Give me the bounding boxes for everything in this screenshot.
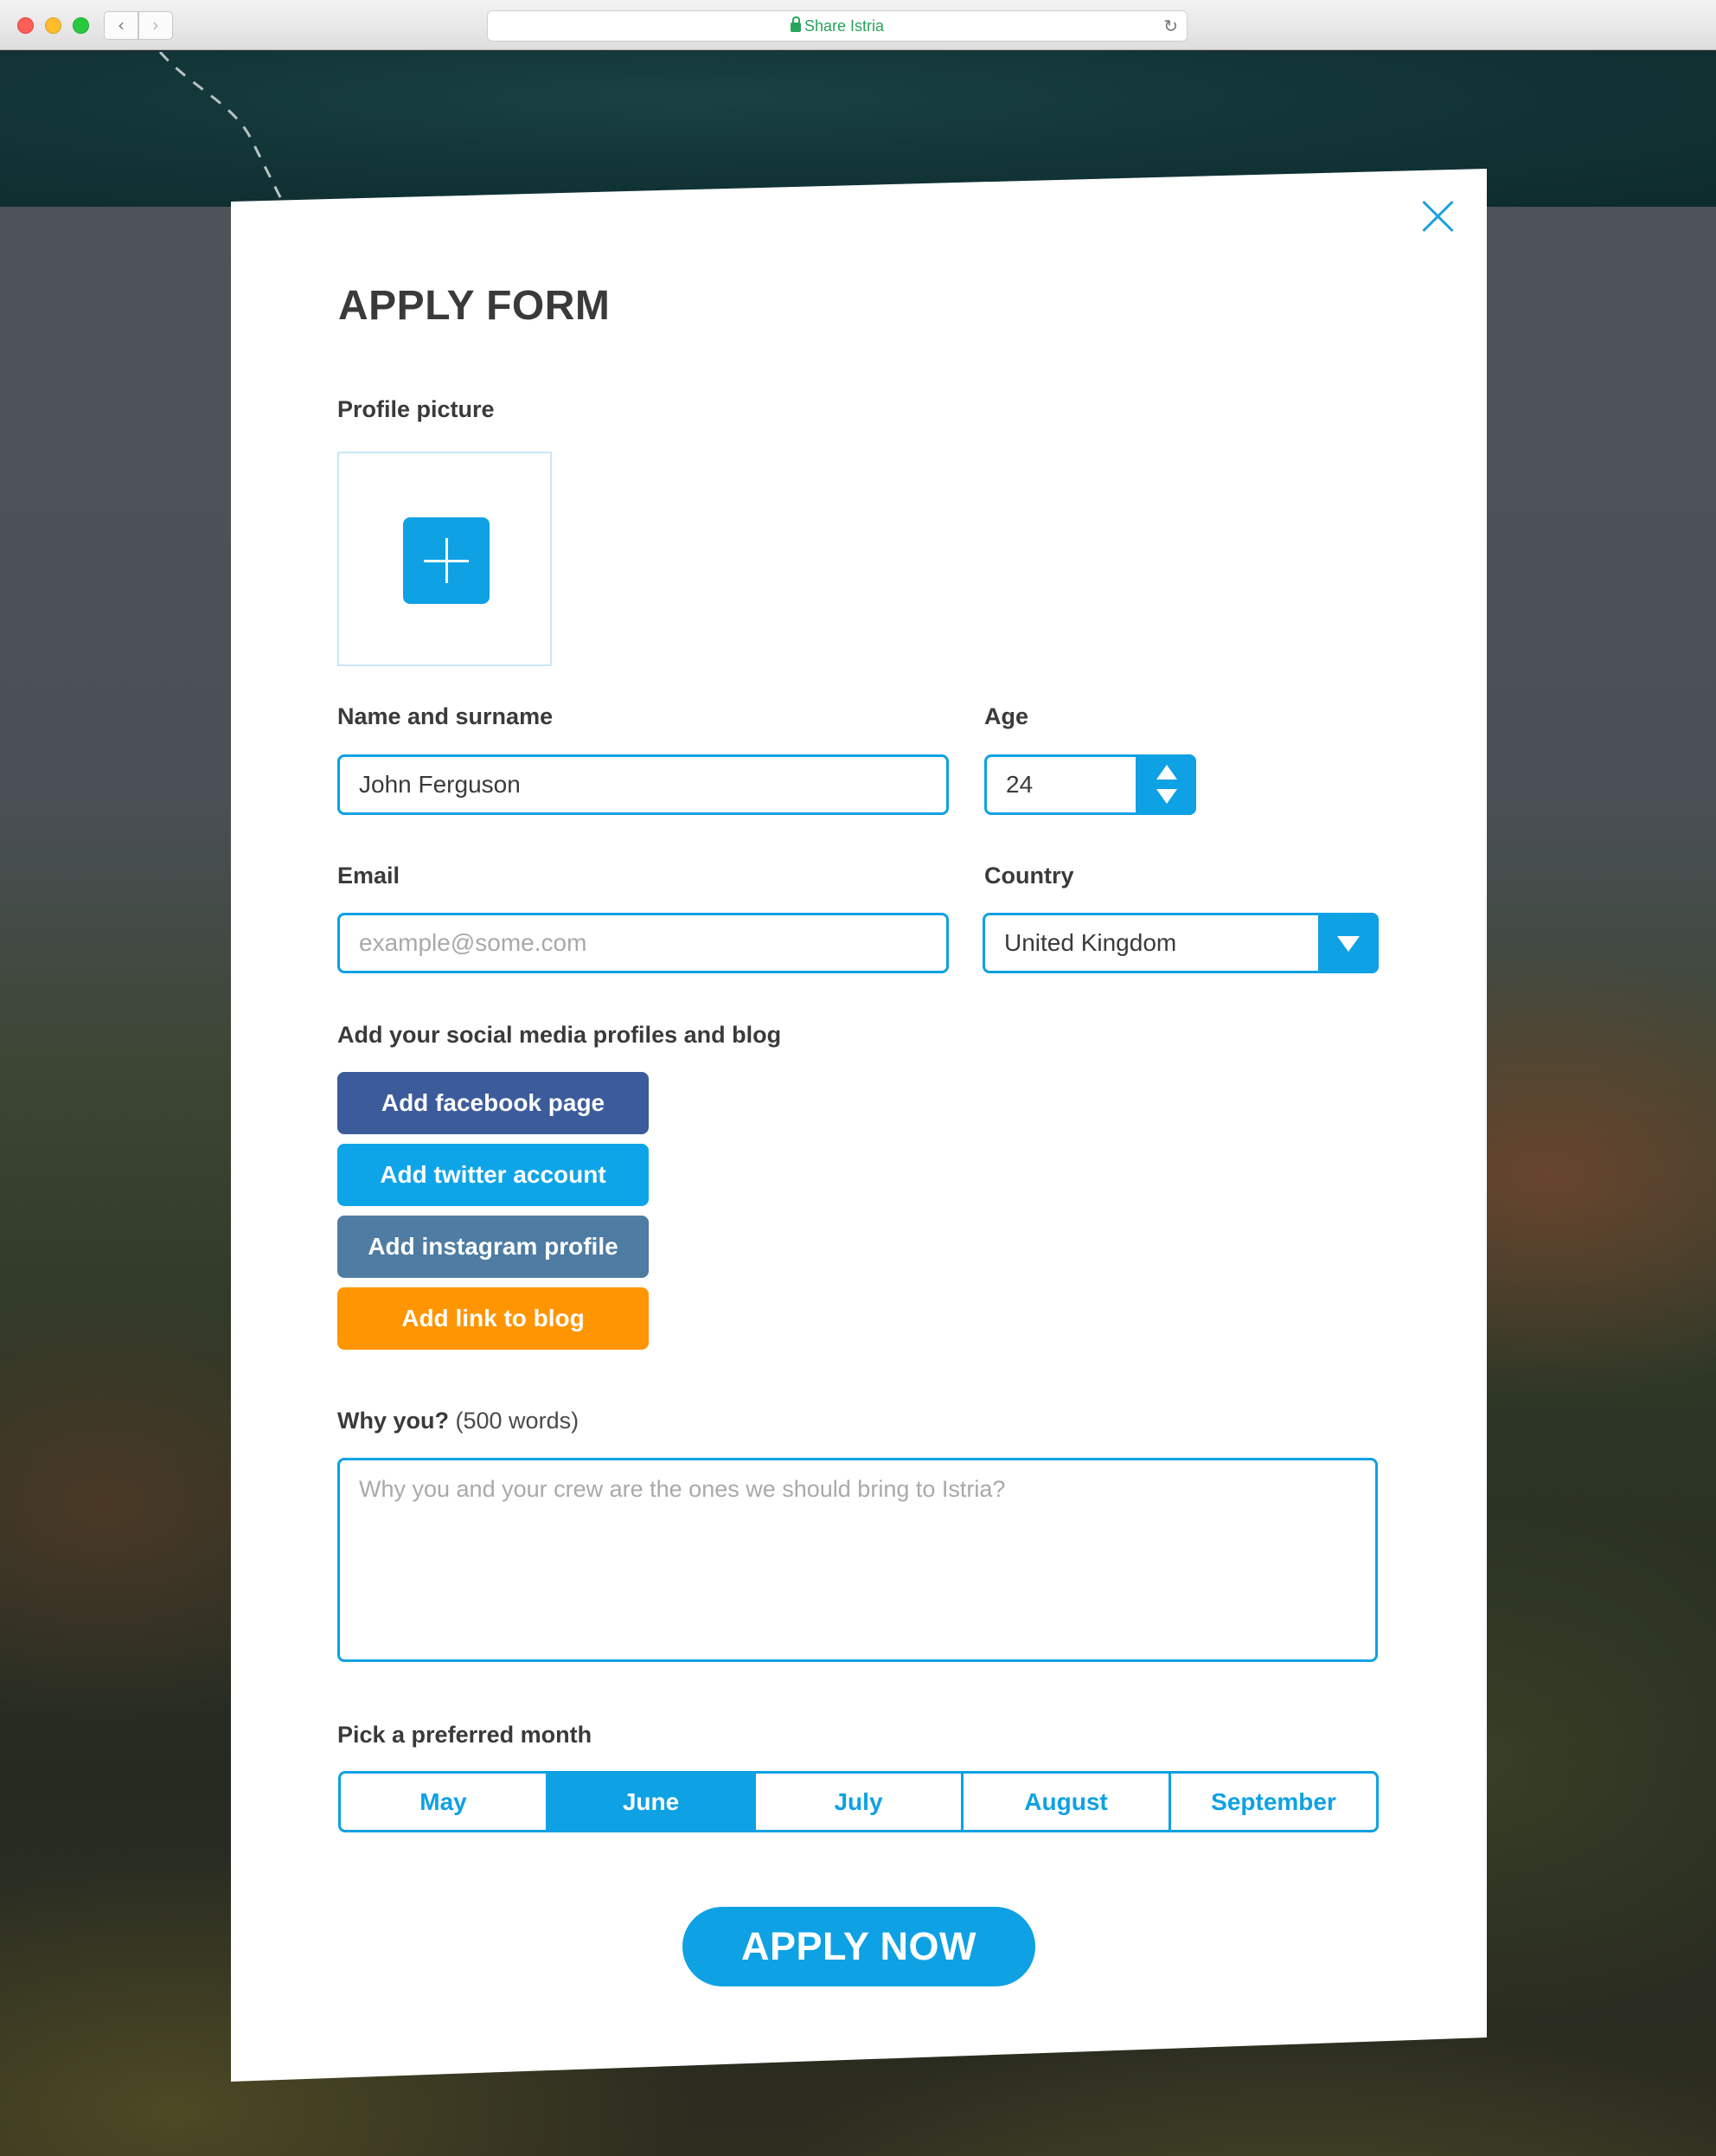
close-window-button[interactable] — [17, 17, 34, 34]
age-label: Age — [984, 703, 1029, 729]
reload-icon[interactable]: ↻ — [1163, 11, 1178, 41]
profile-picture-label: Profile picture — [337, 396, 495, 422]
address-bar[interactable]: Share Istria ↻ — [487, 10, 1188, 42]
email-label: Email — [337, 863, 400, 889]
back-button[interactable]: ‹ — [104, 11, 138, 40]
month-option-july[interactable]: July — [756, 1774, 964, 1830]
email-input[interactable]: example@some.com — [337, 913, 949, 973]
name-label: Name and surname — [337, 703, 554, 729]
why-word-hint: (500 words) — [455, 1408, 579, 1434]
why-label-text: Why you? — [337, 1408, 449, 1434]
month-picker: May June July August September — [338, 1771, 1379, 1832]
forward-button[interactable]: › — [138, 11, 173, 40]
apply-now-button[interactable]: APPLY NOW — [682, 1907, 1035, 1986]
forward-arrow-icon: › — [152, 15, 159, 35]
profile-picture-dropzone[interactable] — [337, 452, 552, 666]
browser-toolbar: ‹ › Share Istria ↻ — [0, 0, 1716, 50]
month-label: Pick a preferred month — [337, 1722, 592, 1748]
arrow-up-icon[interactable] — [1156, 765, 1177, 780]
country-dropdown-button[interactable] — [1318, 913, 1379, 973]
add-instagram-button[interactable]: Add instagram profile — [337, 1216, 649, 1278]
age-stepper[interactable] — [1136, 754, 1196, 815]
month-option-august[interactable]: August — [964, 1774, 1171, 1830]
plus-icon[interactable] — [403, 517, 490, 604]
why-textarea[interactable]: Why you and your crew are the ones we sh… — [337, 1458, 1378, 1662]
month-option-june[interactable]: June — [548, 1774, 756, 1830]
chevron-down-icon — [1337, 936, 1360, 952]
add-twitter-button[interactable]: Add twitter account — [337, 1144, 649, 1206]
address-text: Share Istria — [804, 17, 885, 35]
form-title: APPLY FORM — [338, 283, 611, 329]
name-input[interactable]: John Ferguson — [337, 754, 949, 815]
add-facebook-button[interactable]: Add facebook page — [337, 1072, 649, 1134]
lock-icon — [790, 16, 801, 32]
arrow-down-icon[interactable] — [1156, 789, 1177, 804]
country-label: Country — [984, 863, 1074, 889]
dashed-path-decoration — [158, 52, 287, 208]
add-blog-button[interactable]: Add link to blog — [337, 1287, 649, 1350]
month-option-september[interactable]: September — [1171, 1774, 1376, 1830]
minimize-window-button[interactable] — [45, 17, 61, 34]
close-icon[interactable] — [1420, 199, 1455, 234]
back-arrow-icon: ‹ — [118, 15, 125, 35]
why-label: Why you? (500 words) — [337, 1408, 579, 1434]
month-option-may[interactable]: May — [341, 1774, 548, 1830]
social-label: Add your social media profiles and blog — [337, 1022, 782, 1048]
zoom-window-button[interactable] — [73, 17, 89, 34]
